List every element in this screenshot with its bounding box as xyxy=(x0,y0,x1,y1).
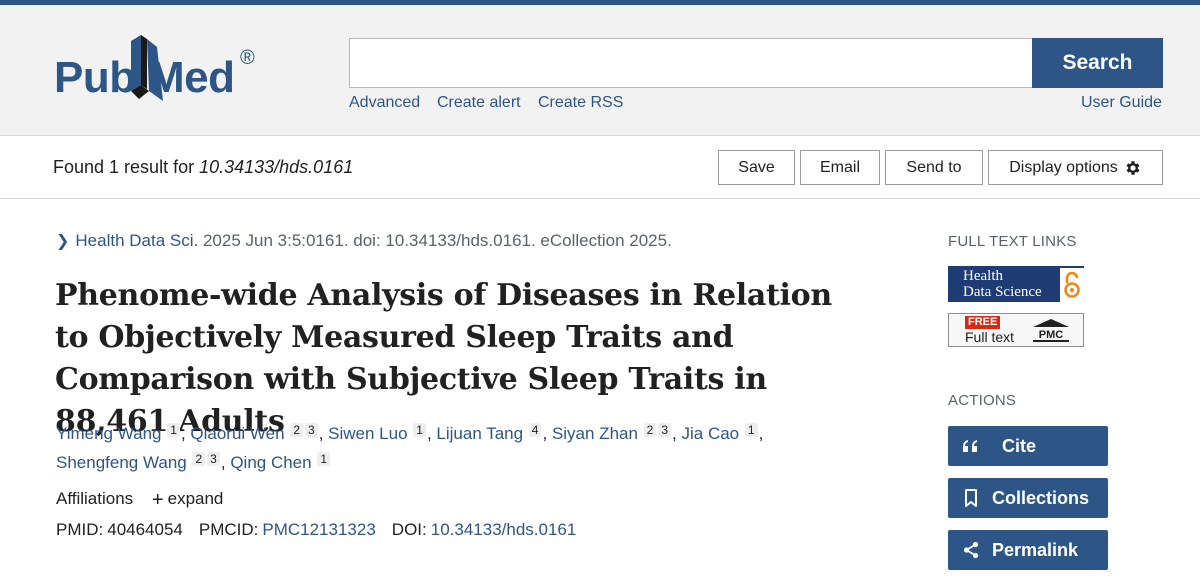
free-badge: FREE xyxy=(965,316,1001,329)
user-guide-link[interactable]: User Guide xyxy=(1081,94,1162,112)
display-options-button[interactable]: Display options xyxy=(988,150,1163,185)
pubmed-logo[interactable]: Pub Med ® xyxy=(54,33,264,109)
bookmark-icon xyxy=(962,489,980,507)
site-header: Pub Med ® Search Advanced Create alert C… xyxy=(0,5,1200,136)
open-access-icon xyxy=(1060,268,1084,302)
affiliation-marker[interactable]: 2 xyxy=(643,423,657,437)
author-link[interactable]: Qing Chen xyxy=(230,453,311,472)
affiliations-row: Affiliations + expand xyxy=(56,489,223,512)
affiliation-marker[interactable]: 3 xyxy=(658,423,672,437)
pmc-free-full-text-link[interactable]: FREE Full text PMC xyxy=(948,313,1084,347)
plus-icon: + xyxy=(151,489,164,511)
author-link[interactable]: Yimeng Wang xyxy=(56,424,162,443)
author-link[interactable]: Jia Cao xyxy=(682,424,740,443)
search-button[interactable]: Search xyxy=(1032,38,1163,88)
expand-label: expand xyxy=(167,489,224,508)
affiliation-marker[interactable]: 1 xyxy=(744,423,758,437)
pmc-logo-text: PMC xyxy=(1039,329,1064,341)
author-list: Yimeng Wang 1, Qiaorui Wen 23, Siwen Luo… xyxy=(56,423,764,472)
collections-label: Collections xyxy=(992,487,1090,508)
full-text-label: Full text xyxy=(965,329,1015,345)
result-query: 10.34133/hds.0161 xyxy=(199,157,354,177)
result-count: Found 1 result for 10.34133/hds.0161 xyxy=(53,157,353,178)
doi-link[interactable]: 10.34133/hds.0161 xyxy=(431,520,577,539)
affiliation-marker[interactable]: 4 xyxy=(528,423,542,437)
results-toolbar: Found 1 result for 10.34133/hds.0161 Sav… xyxy=(0,137,1200,199)
citation-details: 2025 Jun 3:5:0161. doi: 10.34133/hds.016… xyxy=(198,231,672,250)
cite-label: Cite xyxy=(1002,435,1037,456)
search-input[interactable] xyxy=(349,38,1033,88)
affiliations-expand-toggle[interactable]: + expand xyxy=(151,489,224,511)
author-link[interactable]: Qiaorui Wen xyxy=(190,424,284,443)
affiliation-marker[interactable]: 3 xyxy=(207,452,220,466)
affiliation-marker[interactable]: 1 xyxy=(317,452,331,466)
hds-logo-line2: Data Science xyxy=(963,284,1042,300)
quote-icon xyxy=(962,439,980,453)
affiliation-marker[interactable]: 2 xyxy=(290,423,303,437)
affiliation-marker[interactable]: 3 xyxy=(305,423,318,437)
affiliations-label: Affiliations xyxy=(56,489,134,508)
author-link[interactable]: Lijuan Tang xyxy=(436,424,523,443)
affiliation-marker[interactable]: 2 xyxy=(192,452,206,466)
affiliation-marker[interactable]: 1 xyxy=(413,423,426,437)
actions-heading: ACTIONS xyxy=(948,392,1017,409)
result-count-prefix: Found 1 result for xyxy=(53,157,200,177)
registered-mark: ® xyxy=(240,47,255,69)
create-alert-link[interactable]: Create alert xyxy=(437,94,521,112)
pmcid-label: PMCID: xyxy=(198,520,259,539)
collections-button[interactable]: Collections xyxy=(948,478,1108,518)
health-data-science-link[interactable]: Health Data Science xyxy=(948,266,1084,302)
email-button[interactable]: Email xyxy=(800,150,880,185)
display-options-label: Display options xyxy=(1009,158,1118,176)
author-link[interactable]: Shengfeng Wang xyxy=(56,453,187,472)
affiliation-marker[interactable]: 1 xyxy=(167,423,180,437)
chevron-right-icon[interactable]: ❯ xyxy=(56,233,69,250)
permalink-label: Permalink xyxy=(992,539,1079,560)
logo-text-pub: Pub xyxy=(54,53,136,102)
identifiers-row: PMID: 40464054 PMCID: PMC12131323 DOI: 10.341… xyxy=(56,520,576,540)
cite-button[interactable]: Cite xyxy=(948,426,1108,466)
author-link[interactable]: Siwen Luo xyxy=(328,424,407,443)
full-text-links-heading: FULL TEXT LINKS xyxy=(948,233,1077,250)
logo-text-med: Med xyxy=(148,53,235,102)
hds-logo-line1: Health xyxy=(963,268,1003,284)
citation-line: ❯ Health Data Sci. 2025 Jun 3:5:0161. doi… xyxy=(56,231,672,251)
share-icon xyxy=(962,541,980,559)
gear-icon xyxy=(1126,160,1140,175)
article-title: Phenome-wide Analysis of Diseases in Rel… xyxy=(55,278,832,439)
journal-link[interactable]: Health Data Sci. xyxy=(75,231,198,250)
pmid-value: 40464054 xyxy=(107,520,183,539)
permalink-button[interactable]: Permalink xyxy=(948,530,1108,570)
pmc-logo-icon: PMC xyxy=(1033,319,1069,342)
create-rss-link[interactable]: Create RSS xyxy=(538,94,623,112)
pmid-label: PMID: xyxy=(56,520,104,539)
save-button[interactable]: Save xyxy=(718,150,795,185)
doi-label: DOI: xyxy=(391,520,427,539)
pmcid-link[interactable]: PMC12131323 xyxy=(262,520,375,539)
author-link[interactable]: Siyan Zhan xyxy=(552,424,638,443)
advanced-search-link[interactable]: Advanced xyxy=(349,94,420,112)
send-to-button[interactable]: Send to xyxy=(885,150,983,185)
